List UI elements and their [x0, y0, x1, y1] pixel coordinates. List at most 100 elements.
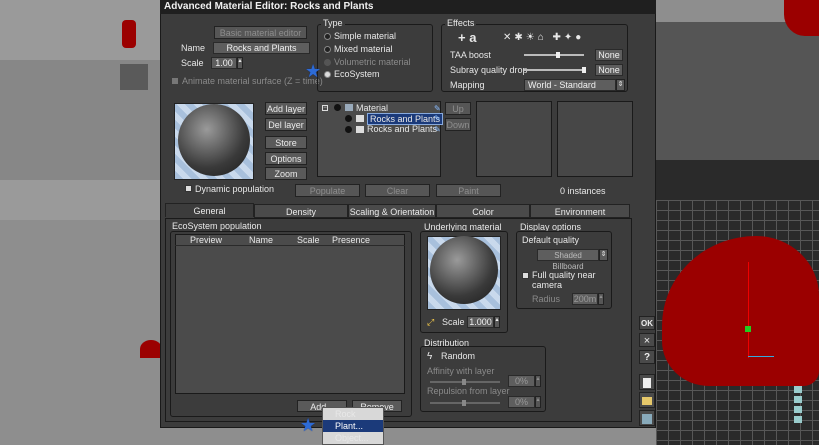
new-document-icon[interactable] [639, 374, 655, 390]
instances-count: 0 instances [560, 186, 606, 196]
affinity-spinner[interactable]: ▴ [535, 375, 541, 387]
mapping-dropdown-icon[interactable]: ⇕ [616, 79, 625, 91]
tab-environment[interactable]: Environment [530, 204, 630, 218]
paint-button[interactable]: Paint [436, 184, 501, 197]
full-quality-checkbox[interactable] [522, 272, 529, 279]
scale-spinner[interactable]: ▴ [237, 57, 243, 69]
repulsion-slider-knob[interactable] [462, 400, 466, 406]
tree-item-rocks[interactable]: Rocks and Plants [367, 124, 437, 134]
menu-item-object[interactable]: Object... [323, 432, 383, 444]
close-icon[interactable]: × [639, 333, 655, 347]
list-header-divider [175, 245, 405, 246]
edit-icon[interactable]: ✎ [434, 125, 441, 134]
edit-icon[interactable]: ✎ [434, 114, 441, 123]
taa-slider-knob[interactable] [556, 52, 560, 58]
affinity-label: Affinity with layer [427, 366, 495, 376]
name-field[interactable]: Rocks and Plants [213, 42, 310, 54]
column-preview[interactable]: Preview [190, 235, 222, 245]
mapping-select[interactable]: World - Standard [524, 79, 616, 91]
plus-a-icon[interactable]: + a [458, 30, 476, 45]
populate-button[interactable]: Populate [295, 184, 360, 197]
repulsion-value[interactable]: 0% [508, 396, 535, 408]
tab-general[interactable]: General [165, 203, 254, 217]
options-button[interactable]: Options [265, 152, 307, 165]
material-preview-sphere [178, 104, 250, 176]
menu-item-rock[interactable]: Rock [323, 408, 383, 420]
affinity-value[interactable]: 0% [508, 375, 535, 387]
subray-value[interactable]: None [595, 64, 623, 76]
clear-button[interactable]: Clear [365, 184, 430, 197]
zoom-button[interactable]: Zoom [265, 167, 307, 180]
viewport-gizmo-icons[interactable] [794, 386, 804, 426]
dynamic-population-checkbox[interactable] [185, 185, 192, 192]
sphere-icon [345, 115, 352, 122]
save-icon[interactable] [639, 410, 655, 426]
population-list[interactable] [175, 234, 405, 394]
tab-color[interactable]: Color [436, 204, 530, 218]
tab-scaling-orientation[interactable]: Scaling & Orientation [348, 204, 436, 218]
del-layer-button[interactable]: Del layer [265, 118, 307, 131]
animate-checkbox[interactable] [172, 78, 178, 84]
mixed-material-label[interactable]: Mixed material [334, 44, 393, 54]
store-button[interactable]: Store [265, 136, 307, 149]
red-object-top [122, 20, 136, 48]
collapse-icon[interactable]: − [322, 105, 328, 111]
sphere-icon [334, 104, 341, 111]
underlying-scale-spinner[interactable]: ▴ [494, 316, 500, 328]
subray-slider-knob[interactable] [582, 67, 586, 73]
quality-dropdown-icon[interactable]: ⇕ [599, 249, 608, 261]
star-marker-icon: ★ [305, 61, 322, 81]
open-folder-icon[interactable] [639, 392, 655, 408]
taa-value[interactable]: None [595, 49, 623, 61]
ecosystem-label[interactable]: EcoSystem [334, 69, 380, 79]
affinity-slider-knob[interactable] [462, 379, 466, 385]
axis-blue-line [748, 356, 774, 357]
volumetric-material-label[interactable]: Volumetric material [334, 57, 411, 67]
underlying-scale-field[interactable]: 1.000 [467, 316, 494, 328]
population-title: EcoSystem population [172, 221, 262, 231]
add-layer-button[interactable]: Add layer [265, 102, 307, 115]
repulsion-label: Repulsion from layer [427, 386, 510, 396]
distribution-mode[interactable]: Random [441, 351, 475, 361]
layer-icon [356, 126, 364, 133]
quality-select[interactable]: Shaded Billboard [537, 249, 599, 271]
tab-density[interactable]: Density [254, 204, 348, 218]
column-presence[interactable]: Presence [332, 235, 370, 245]
axis-green-marker [745, 326, 751, 332]
effects-icons[interactable]: ✕✱☀⌂ ✚✦● [503, 32, 584, 43]
layer-preview-2 [557, 101, 633, 177]
material-icon [345, 104, 353, 111]
help-icon[interactable]: ? [639, 350, 655, 364]
subray-slider[interactable] [524, 69, 584, 71]
radius-spinner[interactable]: ▴ [598, 293, 604, 305]
radius-field[interactable]: 200m [572, 293, 598, 305]
taa-slider[interactable] [524, 54, 584, 56]
mixed-material-radio[interactable] [324, 46, 331, 53]
volumetric-material-radio[interactable] [324, 59, 331, 66]
edit-icon[interactable]: ✎ [434, 104, 441, 113]
up-button[interactable]: Up [445, 102, 471, 115]
full-quality-label[interactable]: Full quality near camera [532, 270, 602, 290]
mapping-label: Mapping [450, 80, 485, 90]
simple-material-radio[interactable] [324, 33, 331, 40]
ecosystem-radio[interactable] [324, 71, 331, 78]
column-scale[interactable]: Scale [297, 235, 320, 245]
scale-label: Scale [181, 58, 204, 68]
down-button[interactable]: Down [445, 118, 471, 131]
axis-red-line [748, 262, 749, 358]
scale-tool-icon: ⤢ [427, 317, 435, 327]
menu-item-plant[interactable]: Plant... [323, 420, 383, 432]
tree-item-material[interactable]: Material [356, 103, 388, 113]
simple-material-label[interactable]: Simple material [334, 31, 396, 41]
column-name[interactable]: Name [249, 235, 273, 245]
basic-material-editor-button[interactable]: Basic material editor [214, 26, 307, 39]
underlying-sphere [430, 236, 498, 304]
window-title[interactable]: Advanced Material Editor: Rocks and Plan… [160, 0, 656, 14]
type-title: Type [321, 18, 345, 28]
scale-field[interactable]: 1.00 [211, 57, 237, 69]
subray-label: Subray quality drop [450, 65, 528, 75]
dynamic-population-label[interactable]: Dynamic population [195, 184, 274, 194]
repulsion-spinner[interactable]: ▴ [535, 396, 541, 408]
ok-button[interactable]: OK [639, 316, 655, 330]
lightning-icon: ϟ [427, 351, 433, 362]
